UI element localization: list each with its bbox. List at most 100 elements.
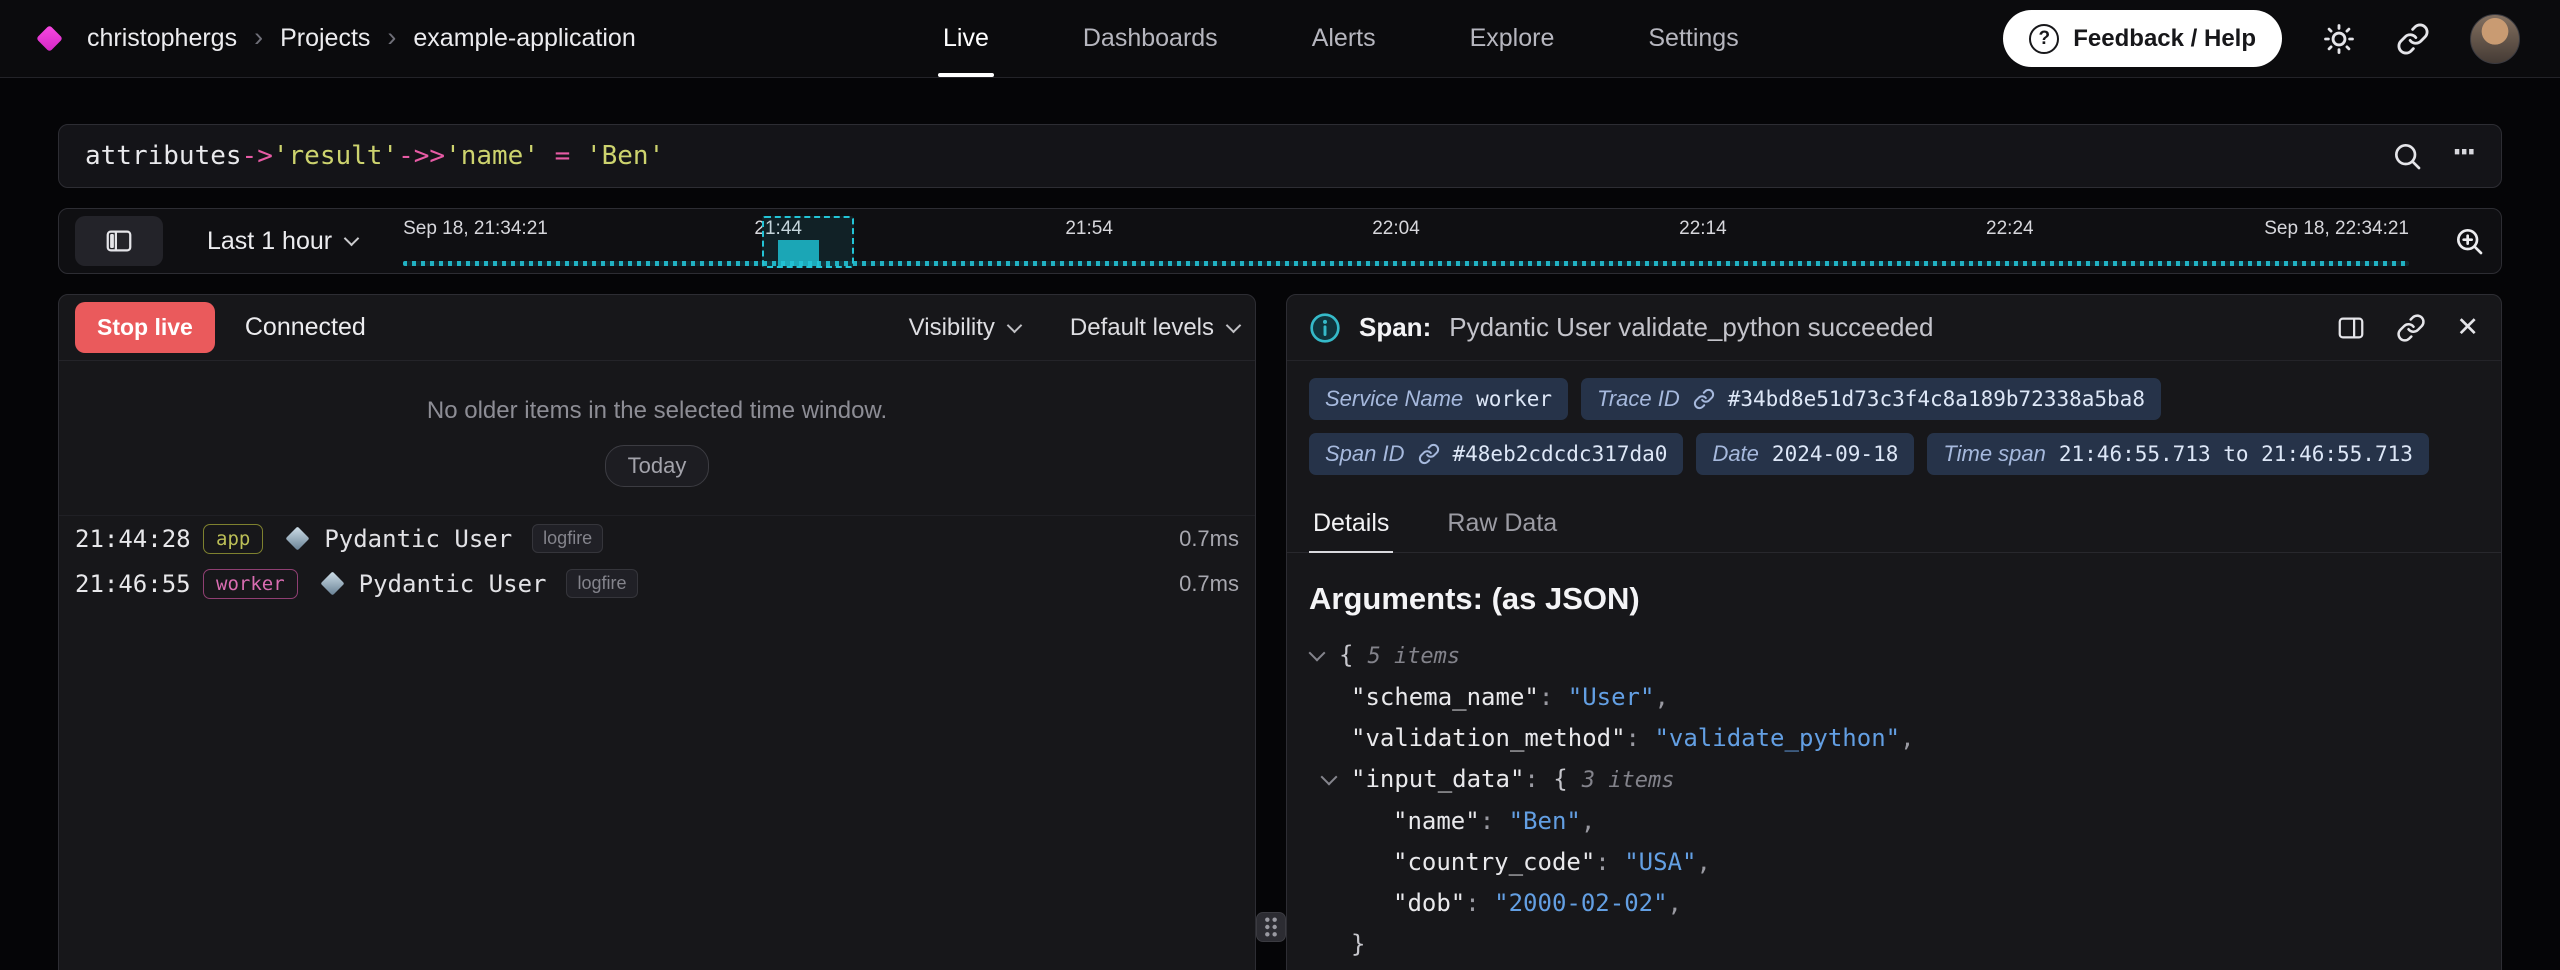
json-key: "validation_method" xyxy=(1351,724,1626,752)
timeline-histogram-bar xyxy=(778,240,819,266)
user-avatar[interactable] xyxy=(2470,14,2520,64)
collapse-caret-icon[interactable] xyxy=(1321,769,1338,786)
more-options-icon[interactable]: ⋯ xyxy=(2453,134,2475,178)
nav-tab-explore[interactable]: Explore xyxy=(1465,0,1560,77)
live-view-panel: Stop live Connected Visibility Default l… xyxy=(58,294,1256,970)
badge-value: 21:46:55.713 to 21:46:55.713 xyxy=(2059,442,2413,466)
pydantic-diamond-icon xyxy=(286,526,310,550)
date-badge[interactable]: Date 2024-09-18 xyxy=(1696,433,1914,475)
metadata-row: Span ID #48eb2cdcdc317da0 Date 2024-09-1… xyxy=(1309,433,2479,475)
zoom-in-icon[interactable] xyxy=(2453,225,2485,257)
badge-value: 2024-09-18 xyxy=(1772,442,1898,466)
span-id-badge[interactable]: Span ID #48eb2cdcdc317da0 xyxy=(1309,433,1683,475)
json-key: "dob" xyxy=(1393,889,1465,917)
json-viewer: {5 items "schema_name": "User", "validat… xyxy=(1309,635,2479,965)
service-name-badge[interactable]: Service Name worker xyxy=(1309,378,1568,420)
json-comma: , xyxy=(1696,848,1710,876)
share-link-icon[interactable] xyxy=(2396,22,2430,56)
copy-link-icon[interactable] xyxy=(2396,313,2426,343)
link-icon xyxy=(1418,443,1440,465)
logfire-logo-icon[interactable] xyxy=(36,25,63,52)
tab-raw-data[interactable]: Raw Data xyxy=(1443,497,1561,552)
timeline-tick: 22:14 xyxy=(1679,218,1727,240)
json-value: "USA" xyxy=(1624,848,1696,876)
timeline-end-label: Sep 18, 22:34:21 xyxy=(2264,218,2409,240)
json-value: "Ben" xyxy=(1509,807,1581,835)
trace-id-badge[interactable]: Trace ID #34bd8e51d73c3f4c8a189b72338a5b… xyxy=(1581,378,2161,420)
span-duration: 0.7ms xyxy=(1155,571,1239,597)
pydantic-diamond-icon xyxy=(320,571,344,595)
badge-value: #34bd8e51d73c3f4c8a189b72338a5ba8 xyxy=(1728,387,2145,411)
json-value: "User" xyxy=(1568,683,1655,711)
timeline-tick: 22:24 xyxy=(1986,218,2034,240)
json-line: "dob": "2000-02-02", xyxy=(1309,883,2479,924)
connection-status: Connected xyxy=(245,313,366,342)
sidebar-toggle-button[interactable] xyxy=(75,216,163,266)
json-key: "schema_name" xyxy=(1351,683,1539,711)
json-comma: , xyxy=(1900,724,1914,752)
span-time: 21:44:28 xyxy=(75,525,203,553)
timeline-strip[interactable]: Sep 18, 21:34:21 21:44 21:54 22:04 22:14… xyxy=(403,209,2409,273)
breadcrumb: christophergs › Projects › example-appli… xyxy=(87,22,636,56)
today-button[interactable]: Today xyxy=(605,445,710,487)
nav-tab-dashboards[interactable]: Dashboards xyxy=(1078,0,1223,77)
tab-details[interactable]: Details xyxy=(1309,497,1393,552)
json-brace: { xyxy=(1553,765,1567,793)
query-segment: attributes xyxy=(85,141,242,171)
json-separator: : xyxy=(1480,807,1509,835)
timeline-bar: Last 1 hour Sep 18, 21:34:21 21:44 21:54… xyxy=(58,208,2502,274)
query-segment: 'name' xyxy=(445,141,539,171)
open-panel-icon[interactable] xyxy=(2336,313,2366,343)
theme-toggle-icon[interactable] xyxy=(2322,22,2356,56)
logfire-tag: logfire xyxy=(566,569,637,598)
timeline-selection[interactable] xyxy=(762,216,854,268)
json-line: "schema_name": "User", xyxy=(1309,677,2479,718)
span-row[interactable]: 21:46:55 worker Pydantic User logfire 0.… xyxy=(59,561,1255,606)
time-span-badge[interactable]: Time span 21:46:55.713 to 21:46:55.713 xyxy=(1927,433,2429,475)
time-range-selector[interactable]: Last 1 hour xyxy=(207,227,357,256)
search-icon[interactable] xyxy=(2391,140,2423,172)
json-brace: { xyxy=(1339,641,1353,669)
span-label: Span: xyxy=(1359,312,1431,343)
live-header-controls: Visibility Default levels xyxy=(909,314,1239,342)
json-line: "country_code": "USA", xyxy=(1309,842,2479,883)
visibility-dropdown[interactable]: Visibility xyxy=(909,314,1020,342)
collapse-caret-icon[interactable] xyxy=(1309,645,1326,662)
json-comma: , xyxy=(1668,889,1682,917)
badge-label: Trace ID xyxy=(1597,386,1680,412)
breadcrumb-projects[interactable]: Projects xyxy=(280,24,370,53)
timeline-tick: 21:54 xyxy=(1065,218,1113,240)
query-input[interactable]: attributes->'result'->>'name' = 'Ben' ⋯ xyxy=(58,124,2502,188)
nav-tab-settings[interactable]: Settings xyxy=(1643,0,1743,77)
default-levels-dropdown[interactable]: Default levels xyxy=(1070,314,1239,342)
nav-tab-alerts[interactable]: Alerts xyxy=(1307,0,1381,77)
span-detail-header: Span: Pydantic User validate_python succ… xyxy=(1287,295,2501,361)
arguments-heading: Arguments: (as JSON) xyxy=(1309,581,2479,617)
span-row[interactable]: 21:44:28 app Pydantic User logfire 0.7ms xyxy=(59,516,1255,561)
badge-label: Time span xyxy=(1943,441,2046,467)
json-comma: , xyxy=(1654,683,1668,711)
span-metadata: Service Name worker Trace ID #34bd8e51d7… xyxy=(1287,361,2501,475)
query-segment: 'result' xyxy=(273,141,398,171)
json-item-count: 5 items xyxy=(1367,644,1460,669)
primary-nav: Live Dashboards Alerts Explore Settings xyxy=(938,0,1744,77)
json-item-count: 3 items xyxy=(1582,768,1675,793)
breadcrumb-project[interactable]: example-application xyxy=(413,24,635,53)
info-icon xyxy=(1309,312,1341,344)
json-separator: : xyxy=(1465,889,1494,917)
metadata-row: Service Name worker Trace ID #34bd8e51d7… xyxy=(1309,378,2479,420)
close-icon[interactable]: ✕ xyxy=(2456,314,2479,341)
json-value: "2000-02-02" xyxy=(1494,889,1667,917)
breadcrumb-org[interactable]: christophergs xyxy=(87,24,237,53)
span-duration: 0.7ms xyxy=(1155,526,1239,552)
span-title: Pydantic User xyxy=(324,525,512,553)
time-range-label: Last 1 hour xyxy=(207,227,332,256)
nav-tab-live[interactable]: Live xyxy=(938,0,994,77)
panel-resize-handle[interactable] xyxy=(1256,912,1286,942)
feedback-help-label: Feedback / Help xyxy=(2073,25,2256,53)
detail-tabs: Details Raw Data xyxy=(1287,497,2501,553)
json-line: } xyxy=(1309,924,2479,965)
feedback-help-button[interactable]: ? Feedback / Help xyxy=(2003,10,2282,67)
json-comma: , xyxy=(1581,807,1595,835)
stop-live-button[interactable]: Stop live xyxy=(75,302,215,353)
